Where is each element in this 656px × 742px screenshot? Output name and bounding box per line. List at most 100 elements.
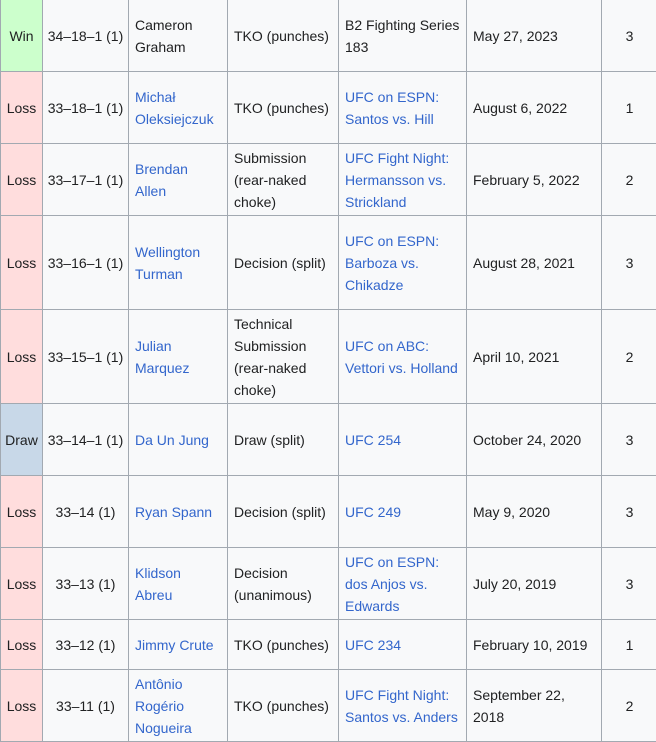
result-cell: Win [1,0,43,72]
event-cell[interactable]: UFC 254 [339,404,467,476]
method-cell: Draw (split) [228,404,339,476]
event-cell: B2 Fighting Series 183 [339,0,467,72]
record-cell: 33–13 (1) [43,548,129,620]
opponent-cell-link[interactable]: Wellington Turman [135,244,200,282]
result-cell: Loss [1,476,43,548]
opponent-cell[interactable]: Wellington Turman [129,216,228,310]
event-cell-link[interactable]: UFC Fight Night: Santos vs. Anders [345,687,458,725]
round-cell: 2 [602,310,656,404]
round-cell: 3 [602,548,656,620]
result-cell: Loss [1,216,43,310]
opponent-cell[interactable]: Antônio Rogério Nogueira [129,670,228,742]
method-cell: Decision (split) [228,216,339,310]
opponent-cell-link[interactable]: Antônio Rogério Nogueira [135,676,192,736]
date-cell: September 22, 2018 [467,670,602,742]
round-cell: 3 [602,0,656,72]
method-cell: TKO (punches) [228,72,339,144]
event-cell-link[interactable]: UFC Fight Night: Hermansson vs. Strickla… [345,150,449,210]
record-cell: 33–17–1 (1) [43,144,129,216]
record-cell: 33–14 (1) [43,476,129,548]
event-cell-link[interactable]: UFC on ESPN: Barboza vs. Chikadze [345,233,439,293]
method-cell: TKO (punches) [228,670,339,742]
record-cell: 33–14–1 (1) [43,404,129,476]
opponent-cell[interactable]: Klidson Abreu [129,548,228,620]
opponent-cell-link[interactable]: Da Un Jung [135,432,209,448]
record-cell: 33–12 (1) [43,620,129,670]
result-cell: Loss [1,310,43,404]
event-cell[interactable]: UFC Fight Night: Santos vs. Anders [339,670,467,742]
date-cell: February 5, 2022 [467,144,602,216]
method-cell: Technical Submission (rear-naked choke) [228,310,339,404]
result-cell: Loss [1,620,43,670]
event-cell[interactable]: UFC on ESPN: Barboza vs. Chikadze [339,216,467,310]
result-cell: Loss [1,144,43,216]
opponent-cell-link[interactable]: Jimmy Crute [135,637,214,653]
table-row: Draw33–14–1 (1) Da Un Jung Draw (split) UFC… [1,404,656,476]
event-cell-link[interactable]: UFC on ESPN: Santos vs. Hill [345,89,439,127]
date-cell: April 10, 2021 [467,310,602,404]
method-cell: Decision (split) [228,476,339,548]
date-cell: October 24, 2020 [467,404,602,476]
record-cell: 33–11 (1) [43,670,129,742]
result-cell: Draw [1,404,43,476]
event-cell-link[interactable]: UFC 254 [345,432,401,448]
table-row: Loss33–13 (1)Klidson Abreu Decision (unan… [1,548,656,620]
result-cell: Loss [1,72,43,144]
opponent-cell[interactable]: Da Un Jung [129,404,228,476]
event-cell[interactable]: UFC Fight Night: Hermansson vs. Strickla… [339,144,467,216]
event-cell-link[interactable]: UFC on ABC: Vettori vs. Holland [345,338,458,376]
date-cell: May 9, 2020 [467,476,602,548]
table-row: Loss33–16–1 (1)Wellington Turman Decision… [1,216,656,310]
event-cell-link[interactable]: UFC 249 [345,504,401,520]
table-row: Loss33–18–1 (1)Michał Oleksiejczuk TKO (p… [1,72,656,144]
record-cell: 34–18–1 (1) [43,0,129,72]
event-cell[interactable]: UFC on ESPN: dos Anjos vs. Edwards [339,548,467,620]
table-row: Loss33–15–1 (1)Julian Marquez Technical S… [1,310,656,404]
round-cell: 3 [602,216,656,310]
table-row: Loss33–12 (1) Jimmy Crute TKO (punches) UFC… [1,620,656,670]
event-cell[interactable]: UFC 249 [339,476,467,548]
method-cell: TKO (punches) [228,620,339,670]
table-row: Loss33–14 (1) Ryan Spann Decision (split) U… [1,476,656,548]
method-cell: TKO (punches) [228,0,339,72]
date-cell: August 6, 2022 [467,72,602,144]
opponent-cell-link[interactable]: Brendan Allen [135,161,188,199]
round-cell: 3 [602,404,656,476]
fight-record-table: Win34–18–1 (1)Cameron GrahamTKO (punches… [0,0,656,742]
event-cell-link[interactable]: UFC on ESPN: dos Anjos vs. Edwards [345,554,439,614]
fight-record-body: Win34–18–1 (1)Cameron GrahamTKO (punches… [1,0,656,742]
method-cell: Submission (rear-naked choke) [228,144,339,216]
round-cell: 3 [602,476,656,548]
date-cell: May 27, 2023 [467,0,602,72]
round-cell: 1 [602,72,656,144]
event-cell[interactable]: UFC on ESPN: Santos vs. Hill [339,72,467,144]
opponent-cell[interactable]: Jimmy Crute [129,620,228,670]
opponent-cell-link[interactable]: Michał Oleksiejczuk [135,89,214,127]
result-cell: Loss [1,670,43,742]
date-cell: August 28, 2021 [467,216,602,310]
date-cell: February 10, 2019 [467,620,602,670]
event-cell[interactable]: UFC 234 [339,620,467,670]
result-cell: Loss [1,548,43,620]
opponent-cell[interactable]: Brendan Allen [129,144,228,216]
record-cell: 33–18–1 (1) [43,72,129,144]
round-cell: 2 [602,670,656,742]
table-row: Loss33–17–1 (1)Brendan Allen Submission (… [1,144,656,216]
record-cell: 33–16–1 (1) [43,216,129,310]
opponent-cell-link[interactable]: Julian Marquez [135,338,189,376]
record-cell: 33–15–1 (1) [43,310,129,404]
opponent-cell-link[interactable]: Klidson Abreu [135,565,181,603]
round-cell: 2 [602,144,656,216]
round-cell: 1 [602,620,656,670]
table-row: Loss33–11 (1)Antônio Rogério Nogueira TKO… [1,670,656,742]
event-cell-link[interactable]: UFC 234 [345,637,401,653]
table-row: Win34–18–1 (1)Cameron GrahamTKO (punches… [1,0,656,72]
opponent-cell[interactable]: Michał Oleksiejczuk [129,72,228,144]
opponent-cell[interactable]: Julian Marquez [129,310,228,404]
date-cell: July 20, 2019 [467,548,602,620]
opponent-cell: Cameron Graham [129,0,228,72]
method-cell: Decision (unanimous) [228,548,339,620]
opponent-cell[interactable]: Ryan Spann [129,476,228,548]
event-cell[interactable]: UFC on ABC: Vettori vs. Holland [339,310,467,404]
opponent-cell-link[interactable]: Ryan Spann [135,504,212,520]
